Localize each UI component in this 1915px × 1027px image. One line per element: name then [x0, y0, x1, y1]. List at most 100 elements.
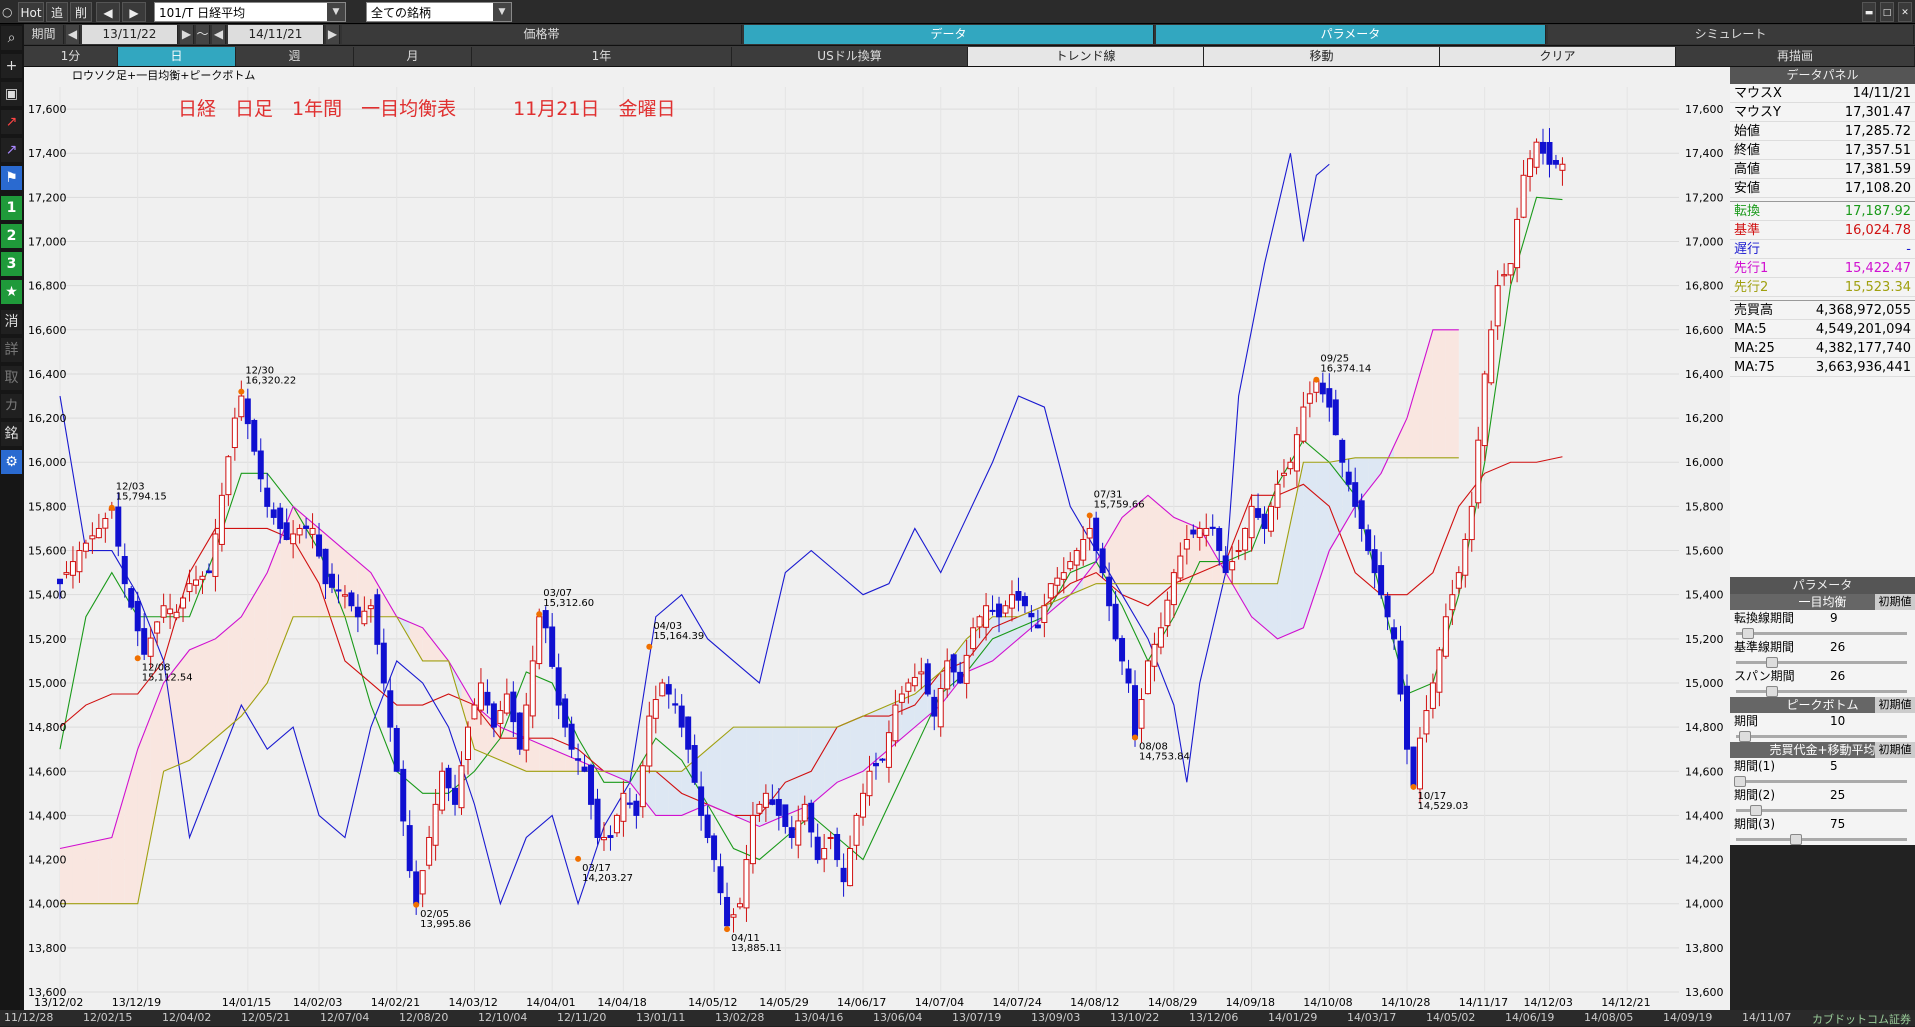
- gear-icon[interactable]: ⚙: [1, 450, 22, 474]
- preset-1-button[interactable]: 1: [1, 196, 22, 220]
- tab-parameter[interactable]: パラメータ: [1156, 25, 1546, 44]
- add-button[interactable]: 追: [46, 2, 68, 22]
- next-icon[interactable]: ▶: [122, 2, 146, 22]
- candle-body: [458, 765, 465, 809]
- trade-button[interactable]: 取: [1, 366, 22, 390]
- crosshair-icon[interactable]: +: [1, 54, 22, 78]
- peak-marker: [646, 643, 653, 650]
- tab-1min[interactable]: 1分: [24, 47, 118, 66]
- from-date-field[interactable]: 13/11/22: [82, 25, 178, 44]
- next-icon[interactable]: ▶: [180, 25, 194, 44]
- candle-body: [1222, 555, 1229, 574]
- maximize-icon[interactable]: □: [1880, 2, 1894, 22]
- candle-body: [134, 600, 141, 632]
- timeframe-bar: 1分 日 週 月 1年 USドル換算 トレンド線 移動 クリア 再描画: [24, 46, 1915, 67]
- tab-daily[interactable]: 日: [118, 47, 236, 66]
- camera-icon[interactable]: ▣: [1, 82, 22, 106]
- to-date-field[interactable]: 14/11/21: [228, 25, 324, 44]
- preset-3-button[interactable]: 3: [1, 252, 22, 276]
- param-slider[interactable]: [1730, 627, 1915, 639]
- slider-knob[interactable]: [1742, 628, 1754, 639]
- tab-monthly[interactable]: 月: [354, 47, 472, 66]
- param-slider[interactable]: [1730, 730, 1915, 742]
- candle-body: [691, 745, 698, 783]
- param-value[interactable]: 25: [1830, 787, 1845, 804]
- reset-button[interactable]: 初期値: [1875, 697, 1915, 713]
- data-row-value: 17,381.59: [1844, 162, 1911, 177]
- symbol-select[interactable]: 101/T 日経平均 ▼: [154, 2, 346, 22]
- tab-weekly[interactable]: 週: [236, 47, 354, 66]
- param-value[interactable]: 26: [1830, 639, 1845, 656]
- slider-track: [1736, 632, 1907, 635]
- hot-button[interactable]: Hot: [18, 2, 44, 22]
- candle-body: [840, 867, 847, 883]
- tab-clear[interactable]: クリア: [1440, 47, 1676, 66]
- peak-value-label: 14,203.27: [582, 873, 633, 884]
- detail-button[interactable]: 詳: [1, 338, 22, 362]
- next-icon[interactable]: ▶: [326, 25, 340, 44]
- tab-usd[interactable]: USドル換算: [732, 47, 968, 66]
- chevron-down-icon[interactable]: ▼: [327, 3, 345, 21]
- slider-knob[interactable]: [1738, 731, 1751, 742]
- prev-icon[interactable]: ◀: [96, 2, 120, 22]
- param-label: 期間(2): [1734, 788, 1775, 802]
- data-row: 先行2 15,523.34: [1730, 278, 1915, 297]
- tab-simulate[interactable]: シミュレート: [1548, 25, 1914, 44]
- param-value[interactable]: 5: [1830, 758, 1838, 775]
- param-slider[interactable]: [1730, 833, 1915, 845]
- preset-2-button[interactable]: 2: [1, 224, 22, 248]
- candle-body: [1462, 539, 1469, 576]
- chart-purple-icon[interactable]: ↗: [1, 138, 22, 162]
- tilde-label: ～: [196, 25, 210, 44]
- group-select[interactable]: 全ての銘柄 ▼: [366, 2, 512, 22]
- cloud-segment: [150, 682, 164, 838]
- tab-redraw[interactable]: 再描画: [1676, 47, 1915, 66]
- param-value[interactable]: 26: [1830, 668, 1845, 685]
- prev-icon[interactable]: ◀: [212, 25, 226, 44]
- navigator-date: 13/06/04: [873, 1011, 923, 1024]
- ka-button[interactable]: カ: [1, 394, 22, 418]
- data-row-label: MA:75: [1734, 360, 1775, 375]
- prev-icon[interactable]: ◀: [66, 25, 80, 44]
- tab-price-band[interactable]: 価格帯: [342, 25, 742, 44]
- data-row: 先行1 15,422.47: [1730, 259, 1915, 278]
- close-icon[interactable]: ✕: [1898, 2, 1912, 22]
- candle-body: [1326, 388, 1333, 408]
- x-tick-label: 14/08/29: [1148, 996, 1197, 1009]
- slider-knob[interactable]: [1734, 776, 1746, 787]
- brand-button[interactable]: 銘: [1, 422, 22, 446]
- slider-knob[interactable]: [1766, 657, 1778, 668]
- flag-icon[interactable]: ⚑: [1, 166, 22, 190]
- slider-knob[interactable]: [1750, 805, 1762, 816]
- candle-body: [1106, 576, 1113, 607]
- reset-button[interactable]: 初期値: [1875, 594, 1915, 610]
- slider-knob[interactable]: [1790, 834, 1802, 845]
- candle-body: [238, 395, 245, 418]
- param-value[interactable]: 9: [1830, 610, 1838, 627]
- param-slider[interactable]: [1730, 804, 1915, 816]
- tab-move[interactable]: 移動: [1204, 47, 1440, 66]
- chart-red-icon[interactable]: ↗: [1, 110, 22, 134]
- slider-knob[interactable]: [1766, 686, 1778, 697]
- y-tick-label-left: 14,600: [28, 765, 67, 778]
- param-slider[interactable]: [1730, 775, 1915, 787]
- param-value[interactable]: 75: [1830, 816, 1845, 833]
- navigator-bar[interactable]: 11/12/28 12/02/15 12/04/02 12/05/21 12/07/04…: [0, 1010, 1915, 1026]
- chevron-down-icon[interactable]: ▼: [493, 3, 511, 21]
- tab-data[interactable]: データ: [744, 25, 1154, 44]
- search-icon[interactable]: ⌕: [1, 26, 22, 50]
- reset-button[interactable]: 初期値: [1875, 742, 1915, 758]
- star-icon[interactable]: ★: [1, 280, 22, 304]
- erase-button[interactable]: 消: [1, 310, 22, 334]
- tab-1year[interactable]: 1年: [472, 47, 732, 66]
- tab-trendline[interactable]: トレンド線: [968, 47, 1204, 66]
- ichimoku-chart[interactable]: 12/3016,320.2212/0315,794.1512/0815,112.…: [24, 67, 1730, 1010]
- param-slider[interactable]: [1730, 656, 1915, 668]
- param-value[interactable]: 10: [1830, 713, 1845, 730]
- param-slider[interactable]: [1730, 685, 1915, 697]
- minimize-icon[interactable]: ▬: [1862, 2, 1876, 22]
- candle-body: [1138, 699, 1145, 729]
- y-tick-label-left: 17,200: [28, 191, 67, 204]
- candle-body: [588, 764, 595, 805]
- delete-button[interactable]: 削: [70, 2, 92, 22]
